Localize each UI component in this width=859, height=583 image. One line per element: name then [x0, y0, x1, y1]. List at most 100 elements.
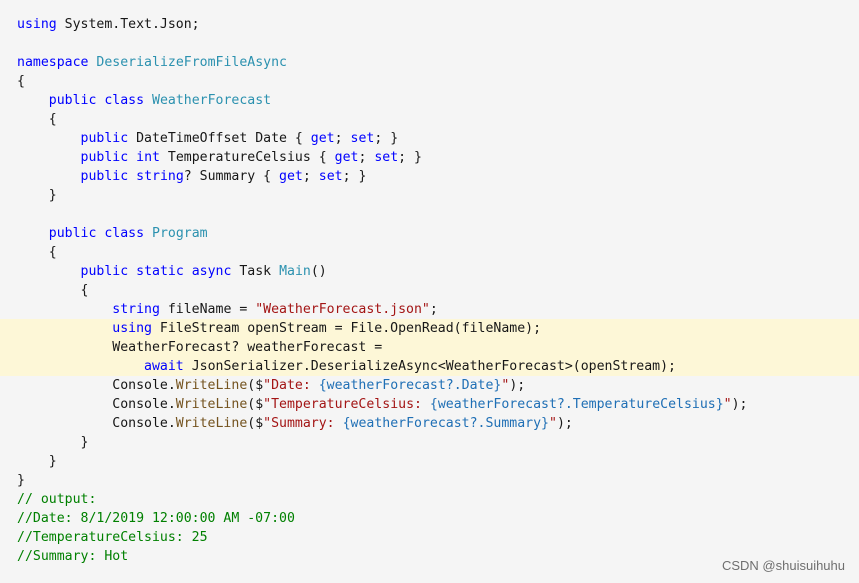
code-token: // output: [17, 492, 97, 507]
code-token: } [17, 454, 57, 469]
code-token: //TemperatureCelsius: 25 [17, 530, 208, 545]
csdn-watermark: CSDN @shuisuihuhu [721, 558, 845, 573]
code-token: using [112, 321, 152, 336]
code-line: public class Program [0, 224, 859, 243]
code-token: await [144, 359, 184, 374]
code-token: get [334, 150, 359, 165]
code-token: Program [152, 226, 208, 241]
code-line: } [0, 471, 859, 490]
code-token: int [136, 150, 160, 165]
code-token: WeatherForecast? weatherForecast = [17, 340, 383, 355]
code-line: Console.WriteLine($"Summary: {weatherFor… [0, 414, 859, 433]
code-line: public class WeatherForecast [0, 91, 859, 110]
code-token: public [80, 131, 129, 146]
code-line-content: public static async Task Main() [17, 262, 327, 281]
code-token: WriteLine [175, 416, 248, 431]
code-token: namespace [17, 55, 89, 70]
code-token: FileStream openStream = File.OpenRead(fi… [151, 321, 542, 336]
code-token: set [318, 169, 343, 184]
code-token: ; [334, 131, 351, 146]
code-token: ); [509, 378, 526, 393]
code-token: //Date: 8/1/2019 12:00:00 AM -07:00 [17, 511, 295, 526]
code-token: WriteLine [175, 397, 248, 412]
code-token: using [17, 17, 57, 32]
code-token: static [136, 264, 184, 279]
code-token: Console. [17, 397, 176, 412]
code-line: public DateTimeOffset Date { get; set; } [0, 129, 859, 148]
code-line: { [0, 243, 859, 262]
code-line-content: string fileName = "WeatherForecast.json"… [17, 300, 438, 319]
code-token: ; } [342, 169, 367, 184]
code-token: ; } [398, 150, 422, 165]
code-token: DateTimeOffset Date { [128, 131, 311, 146]
code-line-content: using System.Text.Json; [17, 15, 200, 34]
code-token: public [80, 264, 129, 279]
code-line-content: WeatherForecast? weatherForecast = [17, 338, 382, 357]
code-line: Console.WriteLine($"TemperatureCelsius: … [0, 395, 859, 414]
code-line-content: await JsonSerializer.DeserializeAsync<We… [17, 357, 676, 376]
code-token: { [17, 245, 57, 260]
code-token: "WeatherForecast.json" [255, 302, 430, 317]
code-line-content: public DateTimeOffset Date { get; set; } [17, 129, 399, 148]
code-line-content: // output: [17, 490, 96, 509]
code-token: public [48, 93, 97, 108]
code-line-content: public class WeatherForecast [17, 91, 271, 110]
code-token: Main [279, 264, 311, 279]
code-token: { [17, 112, 57, 127]
code-token: "TemperatureCelsius: [263, 397, 430, 412]
code-token: " [549, 416, 557, 431]
code-line-content: { [17, 243, 57, 262]
code-token: ; [302, 169, 319, 184]
code-line-content: Console.WriteLine($"Date: {weatherForeca… [17, 376, 525, 395]
code-token: get [279, 169, 303, 184]
code-block: using System.Text.Json; namespace Deseria… [0, 0, 859, 583]
code-token: ($ [247, 378, 264, 393]
code-token: TemperatureCelsius { [159, 150, 335, 165]
code-line-content: { [17, 110, 57, 129]
code-token: JsonSerializer.DeserializeAsync<WeatherF… [183, 359, 677, 374]
code-token: WriteLine [175, 378, 248, 393]
code-line-content: { [17, 281, 89, 300]
code-token: " [723, 397, 732, 412]
code-line: WeatherForecast? weatherForecast = [0, 338, 859, 357]
code-token: //Summary: Hot [17, 549, 129, 564]
code-token: ; } [374, 131, 399, 146]
code-token: () [310, 264, 327, 279]
code-token: public [80, 150, 129, 165]
code-line-content: } [17, 433, 89, 452]
code-token: ($ [247, 397, 264, 412]
code-line-content: public class Program [17, 224, 208, 243]
code-token: { [17, 283, 89, 298]
code-token: } [17, 435, 89, 450]
code-line-content: } [17, 471, 25, 490]
code-line-content: //Date: 8/1/2019 12:00:00 AM -07:00 [17, 509, 295, 528]
code-line: public int TemperatureCelsius { get; set… [0, 148, 859, 167]
code-line: // output: [0, 490, 859, 509]
code-token: DeserializeFromFileAsync [96, 55, 287, 70]
code-line: namespace DeserializeFromFileAsync [0, 53, 859, 72]
code-line-content: //Summary: Hot [17, 547, 128, 566]
code-line-content: //TemperatureCelsius: 25 [17, 528, 208, 547]
code-line: public static async Task Main() [0, 262, 859, 281]
code-token: ; [429, 302, 438, 317]
code-token: ); [556, 416, 573, 431]
code-line: using FileStream openStream = File.OpenR… [0, 319, 859, 338]
code-line: public string? Summary { get; set; } [0, 167, 859, 186]
code-token: {weatherForecast?.Date} [318, 378, 502, 393]
code-token: get [310, 131, 335, 146]
code-token: Task [231, 264, 280, 279]
code-line: { [0, 281, 859, 300]
code-line-content: Console.WriteLine($"Summary: {weatherFor… [17, 414, 573, 433]
code-line: } [0, 186, 859, 205]
code-token: } [17, 473, 25, 488]
code-line: await JsonSerializer.DeserializeAsync<We… [0, 357, 859, 376]
